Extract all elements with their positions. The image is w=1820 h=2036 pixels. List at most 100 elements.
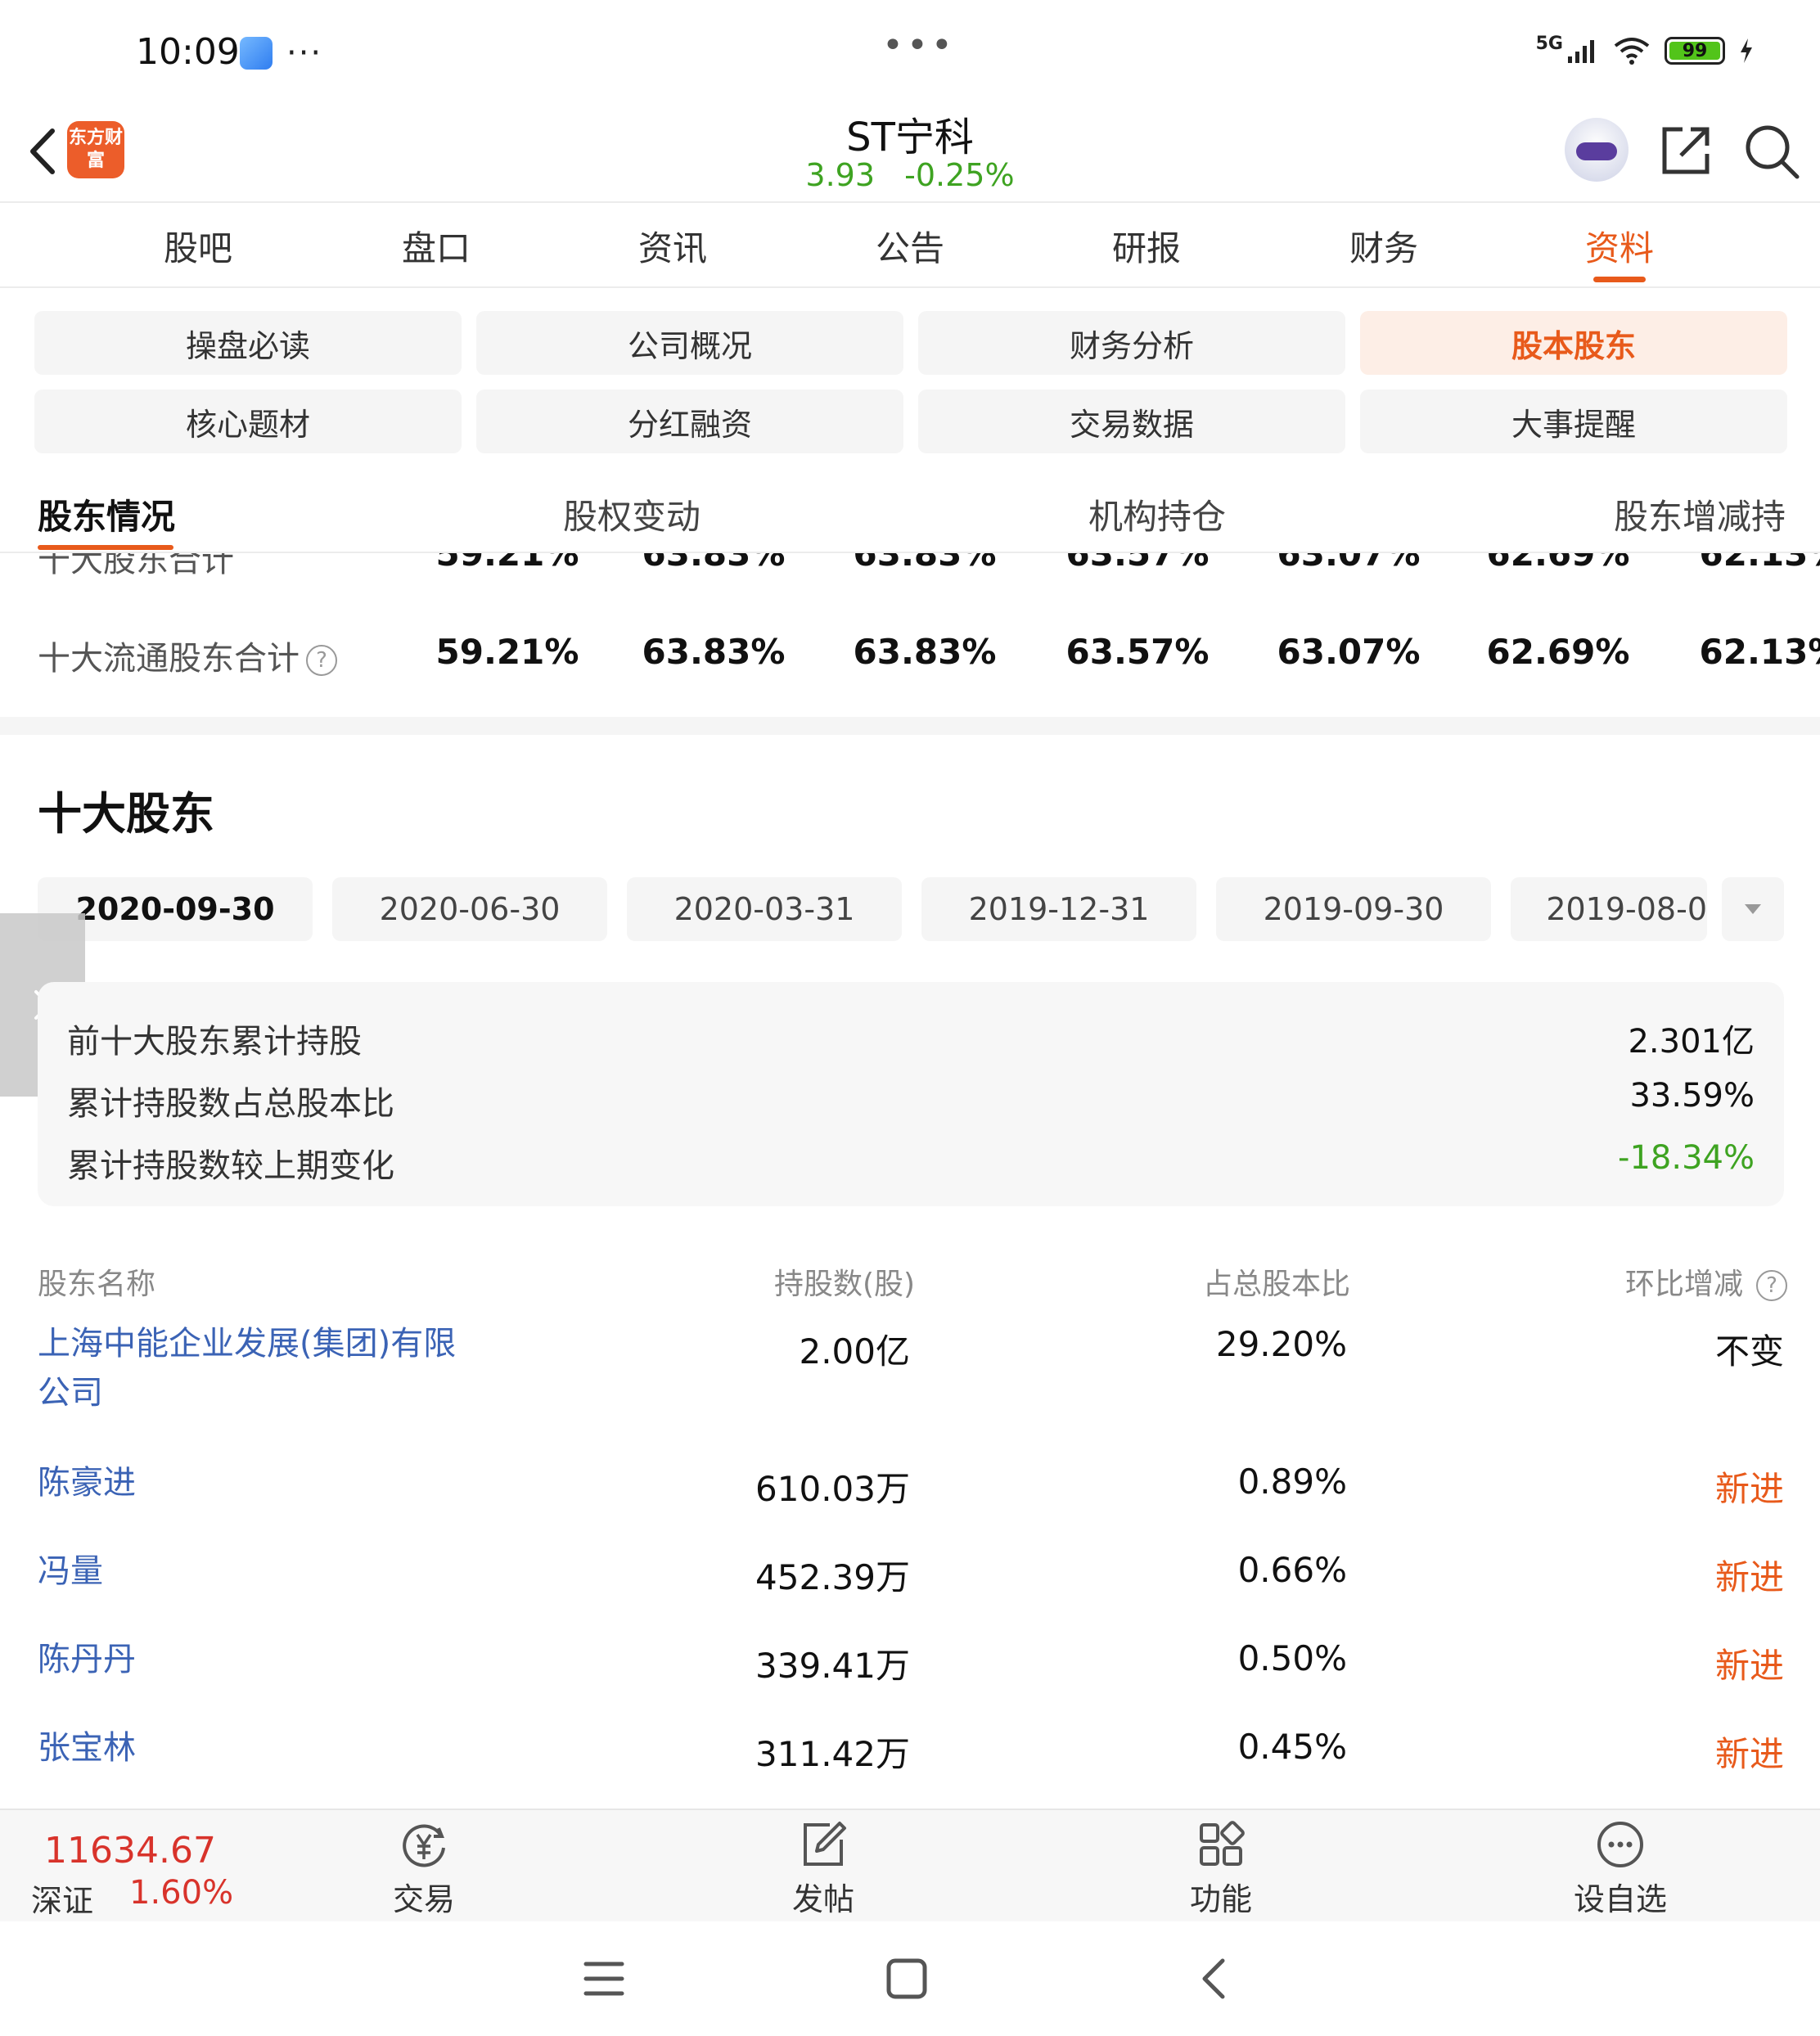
holder-name-link[interactable]: 陈豪进 [38,1458,136,1507]
charging-icon [1741,38,1752,63]
sub-btn-company-overview[interactable]: 公司概况 [476,311,903,375]
date-chip[interactable]: 2020-03-31 [627,877,902,941]
summary-value: 62.13% [1699,632,1820,672]
tab-news[interactable]: 资讯 [638,221,707,271]
section-tab-equity-changes[interactable]: 股权变动 [563,489,701,539]
column-header-ratio: 占总股本比 [1203,1268,1351,1301]
wifi-icon [1614,38,1650,65]
tab-profile[interactable]: 资料 [1585,221,1654,271]
holder-change-new: 新进 [1714,1734,1784,1774]
date-dropdown-icon[interactable] [1722,877,1784,941]
more-circle-icon [1597,1822,1643,1867]
section-title-top-holders: 十大股东 [38,788,214,840]
date-chip[interactable]: 2019-12-31 [921,877,1196,941]
battery-level: 99 [1682,40,1708,61]
assistant-robot-icon[interactable] [1565,118,1629,182]
help-icon[interactable]: ? [1756,1270,1788,1301]
signal-icon [1568,40,1594,63]
sub-btn-financial-analysis[interactable]: 财务分析 [918,311,1345,375]
holder-change: 不变 [1714,1331,1784,1372]
tab-guba[interactable]: 股吧 [164,221,232,271]
summary-value: 63.07% [1277,553,1421,574]
stat-value: 33.59% [1629,1077,1755,1115]
holder-shares: 339.41万 [755,1646,910,1686]
holder-shares: 2.00亿 [799,1331,910,1372]
holder-change-new: 新进 [1714,1557,1784,1597]
holder-shares: 452.39万 [755,1557,910,1597]
stat-value-change: -18.34% [1618,1139,1755,1177]
bottom-toolbar: 11634.67 深证 1.60% 交易 发帖 功能 设自选 [0,1809,1820,1921]
stock-quote: 3.93 -0.25% [0,157,1820,193]
add-watchlist-label: 设自选 [1573,1881,1667,1917]
system-back-icon[interactable] [1192,1954,1237,2003]
section-tab-institutional-holdings[interactable]: 机构持仓 [1088,489,1226,539]
summary-value: 59.21% [435,632,579,672]
summary-value: 63.57% [1065,632,1210,672]
tab-pankou[interactable]: 盘口 [402,221,471,271]
holder-ratio: 0.45% [1237,1727,1347,1767]
menu-icon[interactable] [581,1954,627,2003]
stat-value: 2.301亿 [1628,1023,1755,1061]
holder-name-link[interactable]: 陈丹丹 [38,1635,136,1684]
stock-price: 3.93 [805,157,876,193]
more-notifications-icon: ··· [286,34,323,72]
summary-value: 63.83% [642,553,786,574]
functions-label: 功能 [1189,1881,1252,1917]
top-navigation: 东方财富 ST宁科 3.93 -0.25% [0,98,1820,203]
network-type: 5G [1535,33,1563,54]
section-tab-holding-changes[interactable]: 股东增减持 [1614,489,1786,539]
status-time: 10:09 [136,31,240,73]
summary-value: 63.83% [853,632,997,672]
section-tab-shareholder-status[interactable]: 股东情况 [38,489,175,539]
holder-ratio: 0.89% [1237,1462,1347,1502]
summary-value: 63.07% [1277,632,1421,672]
summary-value: 63.83% [853,553,997,574]
date-chip[interactable]: 2019-09-30 [1216,877,1491,941]
sub-btn-dividends-financing[interactable]: 分红融资 [476,390,903,453]
index-change-pct: 1.60% [129,1874,234,1912]
holder-name-line: 上海中能企业发展(集团)有限 [38,1325,457,1363]
column-header-change-text: 环比增减 [1625,1268,1744,1301]
window-handle-icon[interactable]: ••• [882,25,956,66]
tab-research[interactable]: 研报 [1112,221,1181,271]
stat-label: 前十大股东累计持股 [67,1023,362,1061]
search-icon[interactable] [1740,119,1802,182]
column-header-change: 环比增减? [1625,1260,1788,1303]
summary-label-top10: 十大股东合计 [38,553,234,579]
holder-shares: 311.42万 [755,1734,910,1774]
post-button[interactable]: 发帖 [766,1818,881,1919]
stock-change-pct: -0.25% [904,157,1015,193]
home-icon[interactable] [884,1954,930,2003]
sub-btn-trading-guide[interactable]: 操盘必读 [34,311,462,375]
share-icon[interactable] [1655,119,1717,182]
main-tabs: 股吧 盘口 资讯 公告 研报 财务 资料 [0,205,1820,288]
index-name: 深证 [31,1883,94,1919]
date-chip[interactable]: 2019-08-0 [1511,877,1707,941]
sub-btn-major-events[interactable]: 大事提醒 [1360,390,1787,453]
stock-name: ST宁科 [846,115,974,160]
add-watchlist-button[interactable]: 设自选 [1563,1818,1678,1919]
sub-btn-trading-data[interactable]: 交易数据 [918,390,1345,453]
sub-btn-core-themes[interactable]: 核心题材 [34,390,462,453]
trade-label: 交易 [392,1881,455,1917]
summary-label-top10-float: 十大流通股东合计? [38,632,337,679]
holder-name-link[interactable]: 上海中能企业发展(集团)有限 公司 [38,1319,456,1417]
date-chip[interactable]: 2020-06-30 [332,877,607,941]
holder-name-link[interactable]: 张宝林 [38,1723,136,1772]
summary-value: 63.57% [1065,553,1210,574]
holder-shares: 610.03万 [755,1469,910,1509]
functions-button[interactable]: 功能 [1164,1818,1278,1919]
status-indicators: 5G 99 [1535,33,1755,65]
holder-ratio: 0.66% [1237,1550,1347,1590]
sub-btn-shareholders[interactable]: 股本股东 [1360,311,1787,375]
tab-announcements[interactable]: 公告 [876,221,944,271]
edit-icon [804,1822,846,1866]
trade-button[interactable]: 交易 [367,1818,481,1919]
holder-ratio: 0.50% [1237,1638,1347,1678]
help-icon[interactable]: ? [306,645,337,676]
battery-icon: 99 [1665,37,1725,65]
holder-name-link[interactable]: 冯量 [38,1547,103,1596]
tab-finance[interactable]: 财务 [1349,221,1418,271]
section-separator [0,717,1820,735]
summary-value: 62.69% [1486,632,1630,672]
